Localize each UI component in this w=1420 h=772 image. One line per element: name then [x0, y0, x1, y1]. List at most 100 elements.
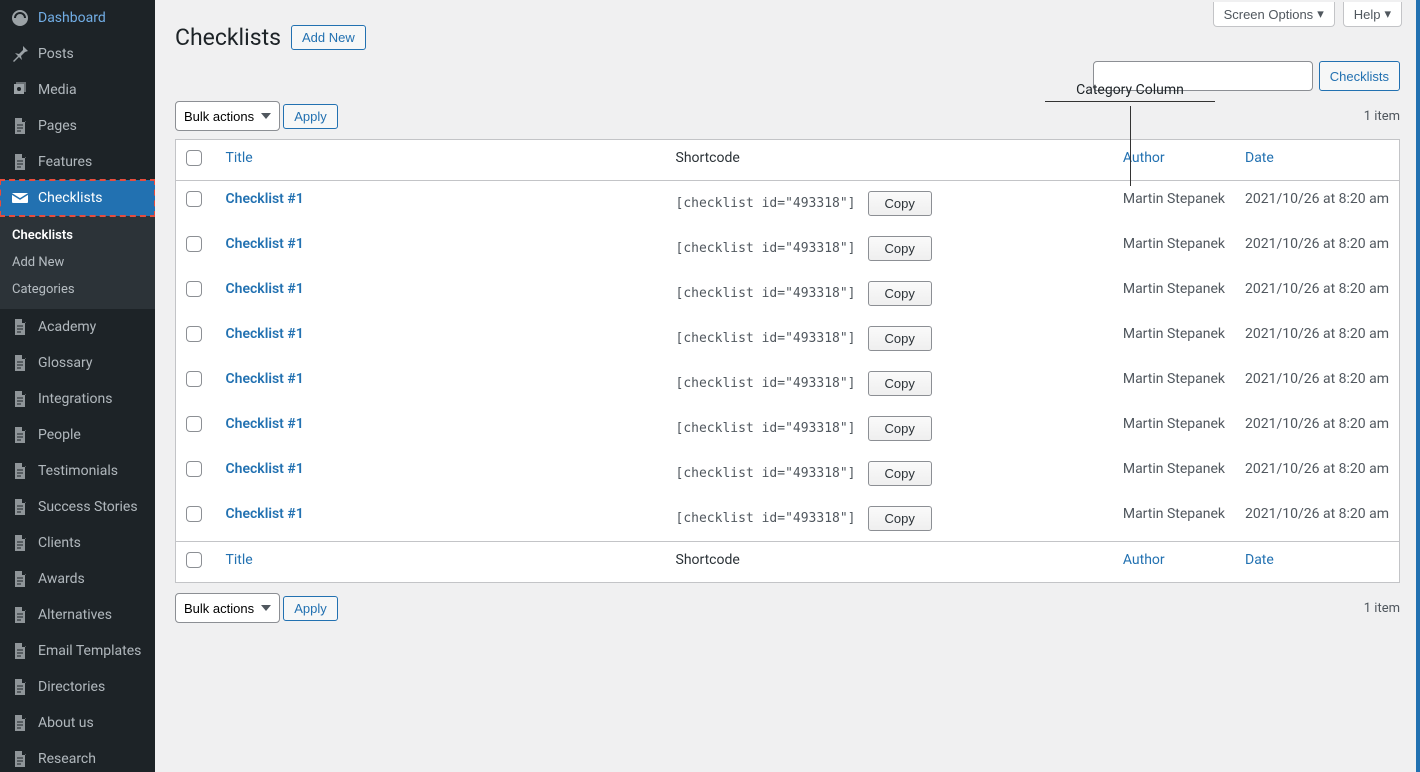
- table-row: Checklist #1[checklist id="493318"]CopyM…: [176, 361, 1400, 406]
- chevron-down-icon: ▾: [1317, 6, 1324, 22]
- page-title: Checklists: [175, 24, 281, 51]
- column-footer-date[interactable]: Date: [1235, 542, 1400, 583]
- sidebar-item-integrations[interactable]: Integrations: [0, 381, 155, 417]
- row-author: Martin Stepanek: [1113, 271, 1235, 316]
- column-header-author[interactable]: Author: [1113, 140, 1235, 181]
- search-submit-button[interactable]: Checklists: [1319, 61, 1400, 91]
- sidebar-item-features[interactable]: Features: [0, 144, 155, 180]
- submenu-item-checklists[interactable]: Checklists: [0, 222, 155, 249]
- row-title-link[interactable]: Checklist #1: [226, 506, 304, 522]
- sidebar-item-pages[interactable]: Pages: [0, 108, 155, 144]
- row-select-checkbox[interactable]: [186, 371, 202, 387]
- sidebar-item-success-stories[interactable]: Success Stories: [0, 489, 155, 525]
- sidebar-item-label: Email Templates: [38, 643, 141, 659]
- apply-button-top[interactable]: Apply: [283, 104, 338, 129]
- sidebar-item-testimonials[interactable]: Testimonials: [0, 453, 155, 489]
- sidebar-item-academy[interactable]: Academy: [0, 309, 155, 345]
- row-shortcode-text: [checklist id="493318"]: [676, 466, 856, 481]
- screen-meta-links: Screen Options ▾ Help ▾: [1213, 2, 1402, 27]
- search-input[interactable]: [1093, 61, 1313, 91]
- admin-sidebar: DashboardPostsMediaPagesFeaturesChecklis…: [0, 0, 155, 772]
- row-title-link[interactable]: Checklist #1: [226, 416, 304, 432]
- row-date: 2021/10/26 at 8:20 am: [1235, 226, 1400, 271]
- row-title-link[interactable]: Checklist #1: [226, 371, 304, 387]
- copy-shortcode-button[interactable]: Copy: [868, 326, 932, 351]
- sidebar-item-clients[interactable]: Clients: [0, 525, 155, 561]
- sidebar-item-checklists[interactable]: Checklists: [0, 180, 155, 216]
- screen-options-button[interactable]: Screen Options ▾: [1213, 2, 1335, 27]
- add-new-button[interactable]: Add New: [291, 25, 366, 50]
- copy-shortcode-button[interactable]: Copy: [868, 371, 932, 396]
- sidebar-item-label: Alternatives: [38, 607, 112, 623]
- sidebar-item-alternatives[interactable]: Alternatives: [0, 597, 155, 633]
- copy-shortcode-button[interactable]: Copy: [868, 281, 932, 306]
- select-all-top-checkbox[interactable]: [186, 150, 202, 166]
- row-date: 2021/10/26 at 8:20 am: [1235, 451, 1400, 496]
- sidebar-item-glossary[interactable]: Glossary: [0, 345, 155, 381]
- submenu-item-add-new[interactable]: Add New: [0, 249, 155, 276]
- row-author: Martin Stepanek: [1113, 181, 1235, 227]
- sidebar-item-label: Directories: [38, 679, 105, 695]
- row-date: 2021/10/26 at 8:20 am: [1235, 496, 1400, 542]
- sidebar-item-directories[interactable]: Directories: [0, 669, 155, 705]
- row-date: 2021/10/26 at 8:20 am: [1235, 406, 1400, 451]
- checklists-table: Title Shortcode Author Date Checklist #1…: [175, 139, 1400, 583]
- page-icon: [10, 353, 30, 373]
- apply-button-bottom[interactable]: Apply: [283, 596, 338, 621]
- copy-shortcode-button[interactable]: Copy: [868, 191, 932, 216]
- sidebar-item-label: Integrations: [38, 391, 112, 407]
- row-title-link[interactable]: Checklist #1: [226, 461, 304, 477]
- select-all-bottom-checkbox[interactable]: [186, 552, 202, 568]
- help-label: Help: [1354, 7, 1381, 22]
- page-icon: [10, 317, 30, 337]
- sidebar-item-label: About us: [38, 715, 94, 731]
- sidebar-item-posts[interactable]: Posts: [0, 36, 155, 72]
- sidebar-item-label: Awards: [38, 571, 85, 587]
- row-select-checkbox[interactable]: [186, 506, 202, 522]
- sidebar-item-label: Media: [38, 82, 77, 98]
- sidebar-item-label: Testimonials: [38, 463, 118, 479]
- submenu-item-categories[interactable]: Categories: [0, 276, 155, 303]
- row-select-checkbox[interactable]: [186, 191, 202, 207]
- column-footer-author[interactable]: Author: [1113, 542, 1235, 583]
- sidebar-item-people[interactable]: People: [0, 417, 155, 453]
- sidebar-item-media[interactable]: Media: [0, 72, 155, 108]
- sidebar-item-awards[interactable]: Awards: [0, 561, 155, 597]
- copy-shortcode-button[interactable]: Copy: [868, 416, 932, 441]
- row-select-checkbox[interactable]: [186, 281, 202, 297]
- sidebar-item-email-templates[interactable]: Email Templates: [0, 633, 155, 669]
- sidebar-item-label: Posts: [38, 46, 74, 62]
- row-title-link[interactable]: Checklist #1: [226, 326, 304, 342]
- page-icon: [10, 425, 30, 445]
- column-header-title[interactable]: Title: [216, 140, 666, 181]
- row-select-checkbox[interactable]: [186, 326, 202, 342]
- help-button[interactable]: Help ▾: [1343, 2, 1402, 27]
- copy-shortcode-button[interactable]: Copy: [868, 236, 932, 261]
- copy-shortcode-button[interactable]: Copy: [868, 506, 932, 531]
- row-select-checkbox[interactable]: [186, 236, 202, 252]
- item-count-bottom: 1 item: [1364, 601, 1400, 616]
- row-title-link[interactable]: Checklist #1: [226, 191, 304, 207]
- column-footer-title[interactable]: Title: [216, 542, 666, 583]
- sidebar-item-label: Research: [38, 751, 96, 767]
- column-footer-shortcode: Shortcode: [666, 542, 1113, 583]
- row-title-link[interactable]: Checklist #1: [226, 281, 304, 297]
- sidebar-item-dashboard[interactable]: Dashboard: [0, 0, 155, 36]
- bulk-actions-select-top[interactable]: Bulk actions: [175, 101, 280, 131]
- sidebar-item-about-us[interactable]: About us: [0, 705, 155, 741]
- row-author: Martin Stepanek: [1113, 496, 1235, 542]
- row-shortcode-text: [checklist id="493318"]: [676, 511, 856, 526]
- row-shortcode-text: [checklist id="493318"]: [676, 286, 856, 301]
- page-icon: [10, 677, 30, 697]
- row-shortcode-text: [checklist id="493318"]: [676, 196, 856, 211]
- table-row: Checklist #1[checklist id="493318"]CopyM…: [176, 226, 1400, 271]
- row-select-checkbox[interactable]: [186, 461, 202, 477]
- sidebar-item-research[interactable]: Research: [0, 741, 155, 772]
- page-icon: [10, 461, 30, 481]
- row-select-checkbox[interactable]: [186, 416, 202, 432]
- column-header-date[interactable]: Date: [1235, 140, 1400, 181]
- row-title-link[interactable]: Checklist #1: [226, 236, 304, 252]
- bulk-actions-select-bottom[interactable]: Bulk actions: [175, 593, 280, 623]
- copy-shortcode-button[interactable]: Copy: [868, 461, 932, 486]
- row-date: 2021/10/26 at 8:20 am: [1235, 271, 1400, 316]
